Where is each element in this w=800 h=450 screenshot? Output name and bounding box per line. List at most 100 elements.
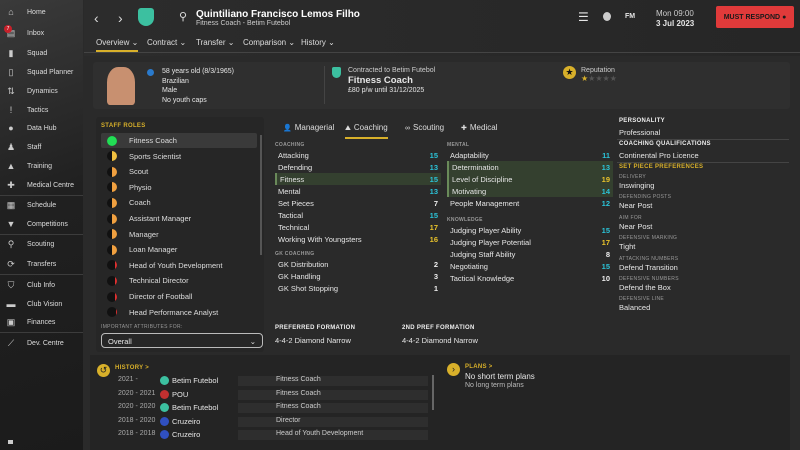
staff-role-item[interactable]: Director of Football	[101, 289, 257, 304]
attribute-row[interactable]: Determination 13	[447, 161, 613, 173]
role-label: Head of Youth Development	[129, 260, 223, 270]
club-crest-icon[interactable]	[138, 8, 154, 26]
sidebar-item-training[interactable]: ▲ Training	[0, 157, 83, 175]
sidebar-item-schedule[interactable]: ▦ Schedule	[0, 196, 83, 214]
staff-role-item[interactable]: Technical Director	[101, 273, 257, 288]
preference-value: Near Post	[619, 201, 653, 211]
attribute-row[interactable]: Technical 17	[275, 221, 441, 233]
staff-role-item[interactable]: Manager	[101, 227, 257, 242]
back-button[interactable]: ‹	[94, 10, 99, 26]
role-label: Coach	[129, 198, 151, 208]
history-club[interactable]: Cruzeiro	[172, 430, 200, 439]
chevron-down-icon: ⌄	[177, 38, 187, 47]
roles-scrollbar[interactable]	[260, 135, 262, 255]
history-club[interactable]: Betim Futebol	[172, 376, 218, 385]
tab-contract[interactable]: Contract ⌄	[147, 38, 186, 47]
attribute-row[interactable]: Adaptability 11	[447, 149, 613, 161]
training-icon: ▲	[6, 161, 16, 171]
attribute-row[interactable]: People Management 12	[447, 197, 613, 209]
sidebar-item-dev-centre[interactable]: ⟋ Dev. Centre	[0, 334, 83, 352]
attribute-row[interactable]: Defending 13	[275, 161, 441, 173]
forward-button[interactable]: ›	[118, 10, 123, 26]
sidebar-item-staff[interactable]: ♟ Staff	[0, 138, 83, 156]
staff-role-item[interactable]: Coach	[101, 195, 257, 210]
dev-centre-icon: ⟋	[7, 337, 15, 348]
attribute-row[interactable]: Motivating 14	[447, 185, 613, 197]
preference-label: DEFENSIVE MARKING	[619, 235, 678, 242]
sidebar-item-transfers[interactable]: ⟳ Transfers	[0, 255, 83, 273]
history-link[interactable]: HISTORY >	[115, 365, 149, 371]
attribute-row[interactable]: Judging Player Potential 17	[447, 236, 613, 248]
sidebar-item-scouting[interactable]: ⚲ Scouting	[0, 235, 83, 253]
history-club[interactable]: POU	[172, 390, 188, 399]
sidebar-item-competitions[interactable]: ▼ Competitions	[0, 215, 83, 233]
chevron-down-icon: ⌄	[249, 337, 256, 346]
history-scrollbar[interactable]	[432, 375, 434, 410]
history-club[interactable]: Cruzeiro	[172, 417, 200, 426]
trophy-icon: ▼	[6, 219, 16, 229]
tab-transfer[interactable]: Transfer ⌄	[196, 38, 234, 47]
role-suitability-icon	[107, 197, 117, 208]
staff-role-item[interactable]: Scout	[101, 164, 257, 179]
attribute-value: 12	[601, 198, 610, 208]
attribute-row[interactable]: Negotiating 15	[447, 260, 613, 272]
sidebar-item-squad[interactable]: ▮ Squad	[0, 44, 83, 62]
staff-role-item[interactable]: Physio	[101, 180, 257, 195]
history-role: Fitness Coach	[276, 389, 321, 397]
plans-icon[interactable]: ›	[447, 363, 460, 376]
sidebar-item-tactics[interactable]: ! Tactics	[0, 101, 83, 119]
page-subtitle: Fitness Coach - Betim Futebol	[196, 20, 291, 27]
attribute-row[interactable]: Judging Player Ability 15	[447, 224, 613, 236]
important-attributes-select[interactable]: Overall ⌄	[101, 333, 263, 348]
menu-icon[interactable]: ☰	[578, 10, 589, 24]
attribute-row[interactable]: Level of Discipline 19	[447, 173, 613, 185]
sidebar-item-dynamics[interactable]: ⇅ Dynamics	[0, 82, 83, 100]
attribute-row[interactable]: Working With Youngsters 16	[275, 233, 441, 245]
sidebar-divider	[0, 274, 83, 275]
attribute-row[interactable]: GK Handling 3	[275, 270, 441, 282]
staff-role-item[interactable]: Head Performance Analyst	[101, 305, 257, 320]
attribute-row[interactable]: Set Pieces 7	[275, 197, 441, 209]
sidebar-item-home[interactable]: ⌂ Home	[0, 3, 83, 21]
staff-role-item[interactable]: Loan Manager	[101, 242, 257, 257]
sidebar-item-finances[interactable]: ▣ Finances	[0, 313, 83, 331]
history-club[interactable]: Betim Futebol	[172, 403, 218, 412]
history-icon[interactable]: ↺	[97, 364, 110, 377]
attribute-row[interactable]: Attacking 15	[275, 149, 441, 161]
fm-logo[interactable]: FM	[625, 13, 635, 20]
profile-card: 58 years old (8/3/1965) Brazilian Male N…	[93, 62, 790, 109]
manager-face-icon[interactable]	[603, 12, 611, 21]
plans-link[interactable]: PLANS >	[465, 364, 493, 370]
attribute-row[interactable]: GK Distribution 2	[275, 258, 441, 270]
staff-role-item[interactable]: Head of Youth Development	[101, 258, 257, 273]
tab-history[interactable]: History ⌄	[301, 38, 335, 47]
second-formation-label: 2ND PREF FORMATION	[402, 325, 475, 331]
medical-icon: ✚	[7, 179, 15, 190]
transfers-icon: ⟳	[7, 258, 15, 269]
role-suitability-icon	[107, 166, 117, 177]
sidebar-item-medical-centre[interactable]: ✚ Medical Centre	[0, 176, 83, 194]
attribute-name: Determination	[452, 162, 499, 172]
tab-comparison[interactable]: Comparison ⌄	[243, 38, 295, 47]
tab-overview[interactable]: Overview ⌄	[96, 38, 139, 52]
sidebar-item-club-info[interactable]: ⛉ Club Info	[0, 276, 83, 294]
attribute-row[interactable]: Fitness 15	[275, 173, 441, 185]
status-icon[interactable]	[8, 440, 13, 444]
staff-role-item[interactable]: Assistant Manager	[101, 211, 257, 226]
staff-role-item[interactable]: Sports Scientist	[101, 149, 257, 164]
must-respond-button[interactable]: MUST RESPOND ●	[716, 6, 794, 28]
sidebar-item-squad-planner[interactable]: ▯ Squad Planner	[0, 63, 83, 81]
sidebar-item-inbox[interactable]: ▤ Inbox	[0, 24, 83, 42]
contract-label[interactable]: Contracted to Betim Futebol	[348, 67, 435, 74]
staff-role-item[interactable]: Fitness Coach	[101, 133, 257, 148]
attribute-row[interactable]: Mental 13	[275, 185, 441, 197]
attribute-name: Motivating	[452, 186, 487, 196]
attribute-row[interactable]: Tactical 15	[275, 209, 441, 221]
search-icon[interactable]: ⚲	[179, 10, 187, 23]
sidebar-item-data-hub[interactable]: ● Data Hub	[0, 119, 83, 137]
tab-label: Overview	[96, 38, 130, 47]
attribute-row[interactable]: Tactical Knowledge 10	[447, 272, 613, 284]
sidebar-item-club-vision[interactable]: ▬ Club Vision	[0, 295, 83, 313]
attribute-row[interactable]: Judging Staff Ability 8	[447, 248, 613, 260]
attribute-row[interactable]: GK Shot Stopping 1	[275, 282, 441, 294]
